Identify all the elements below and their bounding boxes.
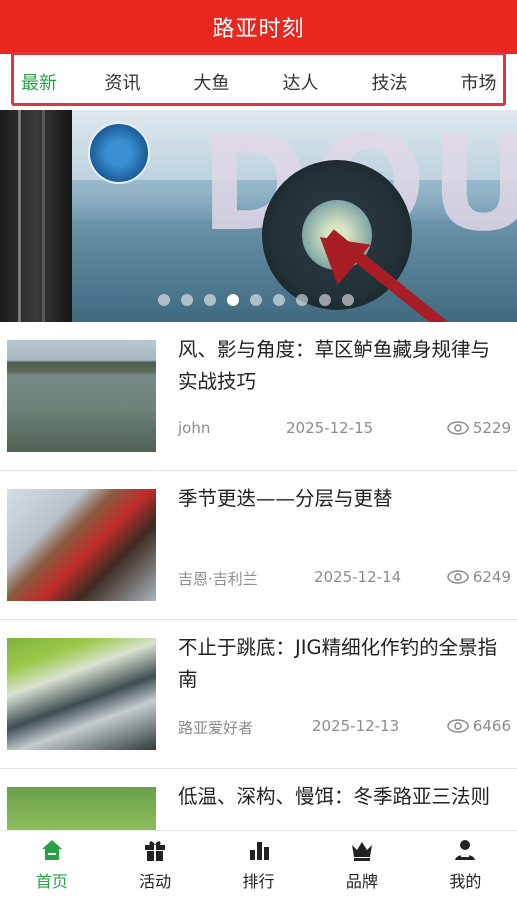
article-thumbnail xyxy=(7,340,156,452)
tab-latest[interactable]: 最新 xyxy=(0,69,78,95)
home-icon xyxy=(41,839,62,860)
article-list: 风、影与角度：草区鲈鱼藏身规律与实战技巧 john 2025-12-15 522… xyxy=(0,322,517,830)
nav-ranking[interactable]: 排行 xyxy=(207,831,310,898)
eye-icon xyxy=(447,421,469,435)
article-views: 6249 xyxy=(447,568,511,586)
bottom-nav: 首页 活动 排行 品牌 我的 xyxy=(0,830,517,898)
carousel-dot[interactable] xyxy=(181,294,193,306)
article-meta: john 2025-12-15 5229 xyxy=(178,419,511,441)
gift-icon xyxy=(145,840,166,861)
tab-big-fish[interactable]: 大鱼 xyxy=(167,69,256,95)
tab-techniques[interactable]: 技法 xyxy=(345,69,434,95)
carousel-dot[interactable] xyxy=(273,294,285,306)
article-views: 5229 xyxy=(447,419,511,437)
carousel-indicators xyxy=(158,294,354,306)
article-meta: 路亚爱好者 2025-12-13 6466 xyxy=(178,717,511,739)
article-date: 2025-12-15 xyxy=(286,419,374,437)
nav-me[interactable]: 我的 xyxy=(414,831,517,898)
nav-home[interactable]: 首页 xyxy=(0,831,103,898)
carousel-dot-active[interactable] xyxy=(227,294,239,306)
eye-icon xyxy=(447,570,469,584)
carousel-dot[interactable] xyxy=(296,294,308,306)
app-header: 路亚时刻 xyxy=(0,0,517,54)
carousel-dot[interactable] xyxy=(342,294,354,306)
carousel-dot[interactable] xyxy=(158,294,170,306)
nav-ranking-label: 排行 xyxy=(242,871,275,891)
bar-chart-icon xyxy=(249,841,269,860)
nav-home-label: 首页 xyxy=(35,871,68,891)
article-item[interactable]: 季节更迭——分层与更替 吉恩·吉利兰 2025-12-14 6249 xyxy=(0,471,517,620)
article-views: 6466 xyxy=(447,717,511,735)
article-thumbnail xyxy=(7,638,156,750)
article-item[interactable]: 低温、深构、慢饵：冬季路亚三法则 xyxy=(0,769,517,830)
banner-rod-image xyxy=(0,110,72,322)
eye-icon xyxy=(447,719,469,733)
article-title: 不止于跳底：JIG精细化作钓的全景指南 xyxy=(178,636,498,691)
article-title: 季节更迭——分层与更替 xyxy=(178,487,393,510)
user-icon xyxy=(455,839,476,860)
article-title: 风、影与角度：草区鲈鱼藏身规律与实战技巧 xyxy=(178,338,491,393)
crown-icon xyxy=(351,841,372,861)
article-thumbnail xyxy=(7,787,156,830)
article-item[interactable]: 风、影与角度：草区鲈鱼藏身规律与实战技巧 john 2025-12-15 522… xyxy=(0,322,517,471)
nav-activity-label: 活动 xyxy=(139,871,172,891)
carousel-dot[interactable] xyxy=(319,294,331,306)
app-title: 路亚时刻 xyxy=(212,17,305,42)
carousel-dot[interactable] xyxy=(204,294,216,306)
nav-brand[interactable]: 品牌 xyxy=(310,831,413,898)
nav-activity[interactable]: 活动 xyxy=(103,831,206,898)
banner-carousel[interactable]: DOU xyxy=(0,110,517,322)
carousel-dot[interactable] xyxy=(250,294,262,306)
category-tabs: 最新 资讯 大鱼 达人 技法 市场 xyxy=(0,54,517,110)
banner-logo xyxy=(88,122,150,184)
nav-brand-label: 品牌 xyxy=(345,871,378,891)
tab-news[interactable]: 资讯 xyxy=(78,69,167,95)
article-thumbnail xyxy=(7,489,156,601)
views-count: 5229 xyxy=(472,419,511,437)
article-meta: 吉恩·吉利兰 2025-12-14 6249 xyxy=(178,568,511,590)
tab-market[interactable]: 市场 xyxy=(434,69,517,95)
tab-experts[interactable]: 达人 xyxy=(256,69,345,95)
article-author: 吉恩·吉利兰 xyxy=(178,570,258,588)
article-date: 2025-12-14 xyxy=(314,568,402,586)
article-title: 低温、深构、慢饵：冬季路亚三法则 xyxy=(178,785,491,808)
nav-me-label: 我的 xyxy=(449,871,482,891)
article-author: john xyxy=(178,419,211,437)
views-count: 6249 xyxy=(472,568,511,586)
views-count: 6466 xyxy=(472,717,511,735)
article-date: 2025-12-13 xyxy=(312,717,400,735)
article-item[interactable]: 不止于跳底：JIG精细化作钓的全景指南 路亚爱好者 2025-12-13 646… xyxy=(0,620,517,769)
article-author: 路亚爱好者 xyxy=(178,719,254,737)
